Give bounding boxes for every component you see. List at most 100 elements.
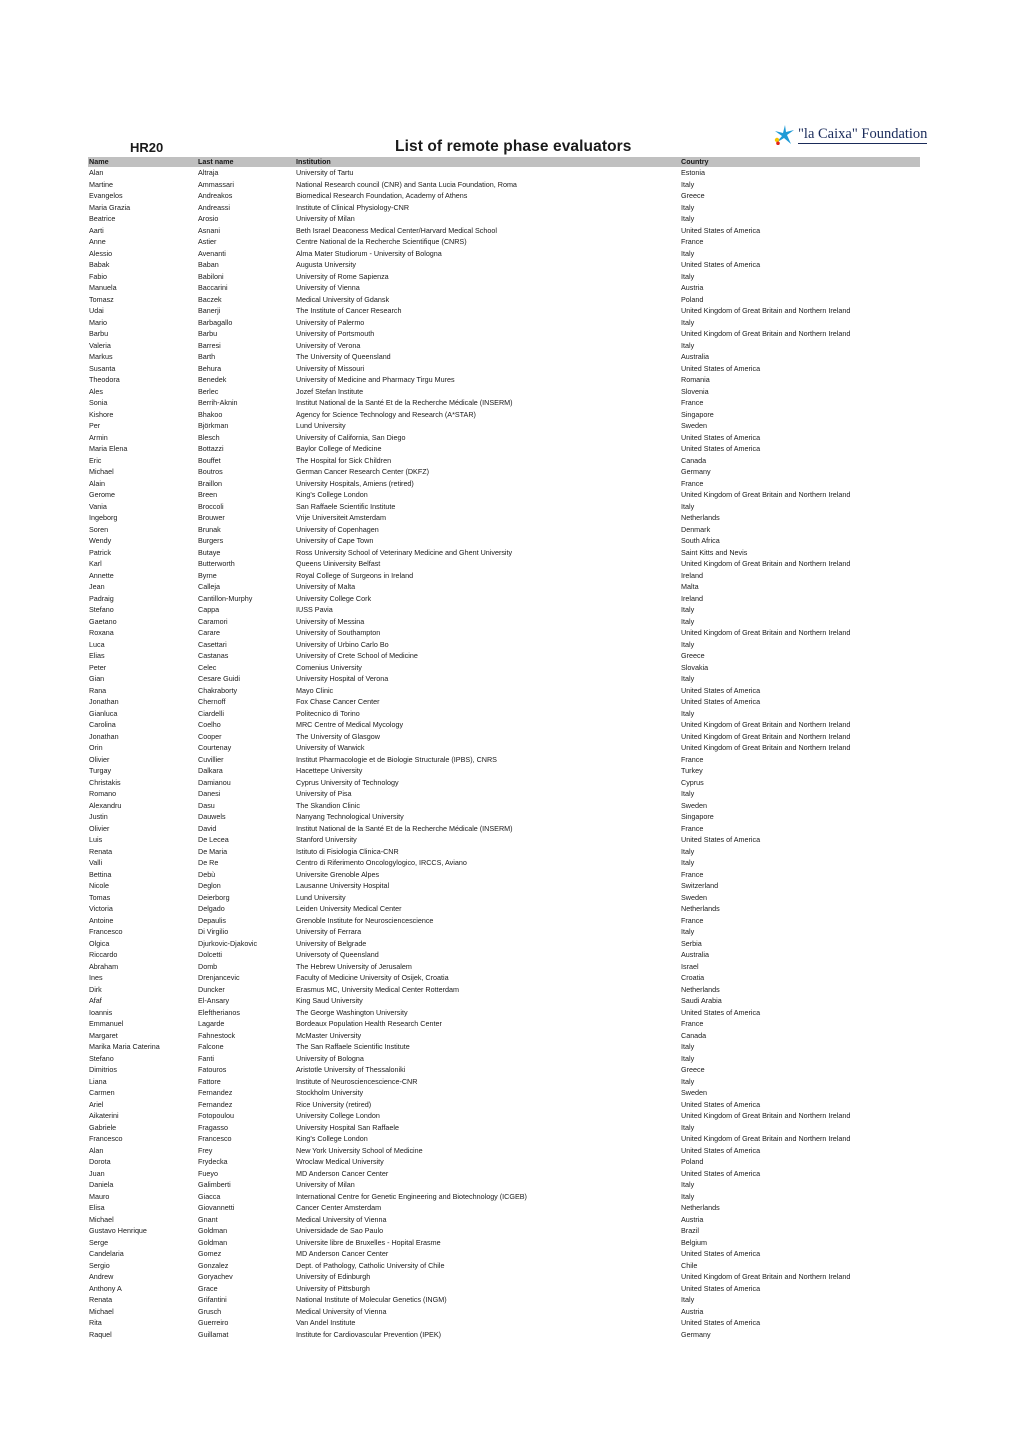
table-row: Vania Broccoli San Raffaele Scientific Ins… — [88, 501, 920, 513]
cell-first-name: Kishore — [89, 409, 114, 419]
cell-last-name: Björkman — [198, 421, 229, 430]
cell-first-name: Emmanuel — [89, 1019, 124, 1028]
cell-last-name: Frey — [198, 1145, 213, 1155]
cell-institution: McMaster University — [296, 1030, 362, 1040]
table-row: Alexandru Dasu The Skandion Clinic Sweden — [88, 800, 920, 812]
cell-country: United Kingdom of Great Britain and Nort… — [681, 720, 851, 729]
table-row: Andrew Goryachev University of Edinburgh Un… — [88, 1271, 920, 1283]
cell-last-name: Gonzalez — [198, 1260, 229, 1270]
cell-first-name: Raquel — [89, 1329, 112, 1339]
cell-country: France — [681, 915, 704, 925]
cell-first-name: Armin — [89, 432, 108, 442]
cell-last-name: Lagarde — [198, 1019, 225, 1028]
cell-institution: Wroclaw Medical University — [296, 1157, 384, 1166]
cell-first-name: Romano — [89, 789, 117, 798]
cell-institution: University of Bologna — [296, 1053, 364, 1063]
cell-country: Cyprus — [681, 777, 704, 787]
cell-country: Sweden — [681, 421, 707, 430]
cell-last-name: Di Virgilio — [198, 927, 229, 936]
cell-last-name: Asnani — [198, 225, 220, 235]
cell-country: Netherlands — [681, 904, 720, 913]
table-row: Markus Barth The University of Queensland A… — [88, 351, 920, 363]
table-row: Babak Baban Augusta University United State… — [88, 259, 920, 271]
cell-first-name: Michael — [89, 467, 114, 476]
cell-institution: Institut Pharmacologie et de Biologie St… — [296, 754, 497, 764]
cell-last-name: Blesch — [198, 432, 220, 442]
cell-first-name: Carolina — [89, 720, 116, 729]
cell-last-name: Berlec — [198, 386, 219, 396]
cell-first-name: Ingeborg — [89, 513, 118, 522]
cell-first-name: Gerome — [89, 490, 115, 499]
cell-last-name: Giacca — [198, 1191, 221, 1201]
cell-institution: University of Vienna — [296, 283, 360, 292]
table-row: Christakis Damianou Cyprus University of T… — [88, 777, 920, 789]
cell-institution: Jozef Stefan Institute — [296, 386, 364, 396]
cell-country: United States of America — [681, 835, 761, 844]
cell-first-name: Gustavo Henrique — [89, 1226, 147, 1235]
cell-country: Ireland — [681, 593, 703, 603]
table-row: Marika Maria Caterina Falcone The San Raff… — [88, 1041, 920, 1053]
page-title: List of remote phase evaluators — [395, 138, 632, 155]
table-row: Francesco Francesco King's College London U… — [88, 1133, 920, 1145]
cell-institution: King's College London — [296, 490, 368, 499]
cell-first-name: Liana — [89, 1076, 107, 1086]
cell-institution: Universoty of Queensland — [296, 950, 379, 959]
cell-first-name: Luca — [89, 639, 105, 649]
cell-institution: Cyprus University of Technology — [296, 777, 399, 787]
cell-last-name: Deierborg — [198, 892, 230, 902]
cell-first-name: Rita — [89, 1318, 102, 1327]
cell-country: Canada — [681, 455, 707, 465]
cell-last-name: Celec — [198, 662, 217, 672]
cell-last-name: Butaye — [198, 547, 221, 557]
cell-country: United Kingdom of Great Britain and Nort… — [681, 628, 851, 637]
cell-first-name: Valli — [89, 858, 103, 867]
table-row: Justin Dauwels Nanyang Technological Unive… — [88, 811, 920, 823]
cell-institution: Erasmus MC, University Medical Center Ro… — [296, 984, 459, 994]
cell-first-name: Alexandru — [89, 800, 122, 810]
cell-last-name: Goryachev — [198, 1272, 233, 1281]
cell-institution: University of California, San Diego — [296, 432, 406, 442]
cell-first-name: Jean — [89, 582, 105, 591]
cell-country: France — [681, 823, 704, 833]
cell-country: Netherlands — [681, 513, 720, 522]
cell-institution: University of Crete School of Medicine — [296, 651, 418, 660]
cell-first-name: Abraham — [89, 961, 119, 971]
cell-last-name: Fragasso — [198, 1122, 228, 1132]
cell-last-name: Casettari — [198, 639, 227, 649]
cell-institution: Institut National de la Santé Et de la R… — [296, 823, 513, 833]
table-row: Susanta Behura University of Missouri Unite… — [88, 363, 920, 375]
cell-institution: University of Pisa — [296, 789, 352, 798]
cell-last-name: Castanas — [198, 651, 229, 660]
cell-last-name: Fatouros — [198, 1065, 227, 1074]
cell-first-name: Justin — [89, 812, 108, 821]
table-row: Alain Braillon University Hospitals, Amien… — [88, 478, 920, 490]
cell-first-name: Mauro — [89, 1191, 110, 1201]
cell-first-name: Ariel — [89, 1099, 104, 1109]
cell-first-name: Peter — [89, 662, 107, 672]
table-row: Patrick Butaye Ross University School of V… — [88, 547, 920, 559]
table-row: Juan Fueyo MD Anderson Cancer Center United… — [88, 1168, 920, 1180]
cell-first-name: Francesco — [89, 1134, 123, 1143]
cell-first-name: Michael — [89, 1306, 114, 1316]
column-header-name: Name — [89, 157, 109, 166]
cell-last-name: De Re — [198, 858, 219, 867]
cell-last-name: Berrih-Aknin — [198, 398, 238, 407]
cell-last-name: De Maria — [198, 846, 228, 856]
cell-country: United States of America — [681, 363, 761, 373]
cell-institution: Beth Israel Deaconess Medical Center/Har… — [296, 225, 497, 235]
cell-first-name: Karl — [89, 559, 102, 568]
table-row: Orin Courtenay University of Warwick United… — [88, 742, 920, 754]
cell-institution: University of Medicine and Pharmacy Tirg… — [296, 375, 455, 384]
cell-last-name: Dolcetti — [198, 950, 222, 959]
cell-country: Italy — [681, 846, 695, 856]
cell-last-name: Fahnestock — [198, 1030, 236, 1040]
cell-last-name: Astier — [198, 237, 217, 246]
table-row: Raquel Guillamat Institute for Cardiovascu… — [88, 1329, 920, 1341]
cell-country: United Kingdom of Great Britain and Nort… — [681, 1134, 851, 1143]
cell-country: United States of America — [681, 1318, 761, 1327]
cell-country: United States of America — [681, 1168, 761, 1178]
cell-institution: University of Verona — [296, 340, 361, 350]
cell-country: Belgium — [681, 1237, 707, 1247]
cell-institution: National Research council (CNR) and Sant… — [296, 179, 517, 189]
evaluators-table: Name Last name Institution Country Alan A… — [88, 157, 920, 1340]
